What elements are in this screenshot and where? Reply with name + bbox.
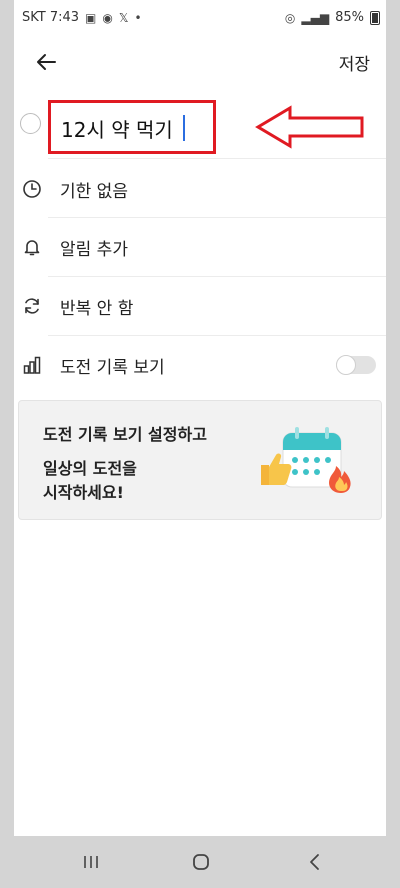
home-icon — [193, 854, 209, 870]
back-button[interactable] — [30, 46, 62, 78]
text-cursor — [183, 115, 185, 141]
challenge-record-toggle[interactable] — [336, 355, 376, 375]
repeat-option[interactable]: 반복 안 함 — [14, 277, 386, 335]
dot-icon: • — [134, 10, 142, 25]
bar-chart-icon — [22, 355, 42, 375]
back-nav-button[interactable] — [300, 850, 330, 874]
divider — [48, 158, 386, 159]
arrow-left-icon — [37, 54, 56, 70]
recent-apps-button[interactable] — [76, 850, 106, 874]
repeat-icon — [22, 296, 42, 316]
bell-icon — [22, 237, 42, 257]
task-title-row — [14, 96, 386, 159]
status-bar: SKT 7:43 ▣ ◉ 𝕏 • ◎ ▂▄▆ 85% — [0, 0, 400, 34]
task-title-input[interactable] — [61, 113, 211, 143]
due-date-label: 기한 없음 — [60, 181, 128, 202]
challenge-record-option: 도전 기록 보기 — [14, 336, 386, 394]
location-icon: ◉ — [102, 10, 113, 25]
save-button[interactable]: 저장 — [339, 50, 370, 75]
promo-subtitle-line1: 일상의 도전을 — [43, 459, 137, 478]
clock-icon — [22, 179, 42, 199]
reminder-option[interactable]: 알림 추가 — [14, 218, 386, 276]
annotation-highlight-box — [48, 100, 216, 154]
annotation-arrow-icon — [255, 105, 364, 149]
toggle-knob — [336, 355, 356, 375]
challenge-promo-card[interactable]: 도전 기록 보기 설정하고 일상의 도전을 시작하세요! — [18, 400, 382, 520]
calendar-thumbsup-fire-icon — [261, 427, 351, 493]
complete-checkbox[interactable] — [20, 113, 41, 134]
gallery-icon: ▣ — [85, 10, 97, 25]
carrier-time: SKT 7:43 — [22, 10, 80, 25]
reminder-label: 알림 추가 — [60, 239, 128, 260]
promo-subtitle: 일상의 도전을 시작하세요! — [43, 457, 137, 505]
x-icon: 𝕏 — [118, 10, 129, 25]
phone-screen: 저장 기한 없음 알림 추가 — [0, 0, 400, 888]
battery-icon — [370, 10, 380, 25]
promo-subtitle-line2: 시작하세요! — [43, 483, 124, 502]
task-editor-screen: 저장 기한 없음 알림 추가 — [14, 0, 386, 836]
promo-title: 도전 기록 보기 설정하고 — [43, 425, 207, 444]
challenge-record-label: 도전 기록 보기 — [60, 357, 165, 378]
home-button[interactable] — [186, 850, 216, 874]
hotspot-icon: ◎ — [284, 10, 296, 25]
chevron-left-icon — [310, 854, 319, 870]
signal-icon: ▂▄▆ — [301, 10, 330, 25]
due-date-option[interactable]: 기한 없음 — [14, 160, 386, 218]
navigation-bar — [0, 836, 400, 888]
repeat-label: 반복 안 함 — [60, 298, 134, 319]
recent-apps-icon — [84, 856, 98, 868]
battery-percent: 85% — [335, 10, 364, 25]
